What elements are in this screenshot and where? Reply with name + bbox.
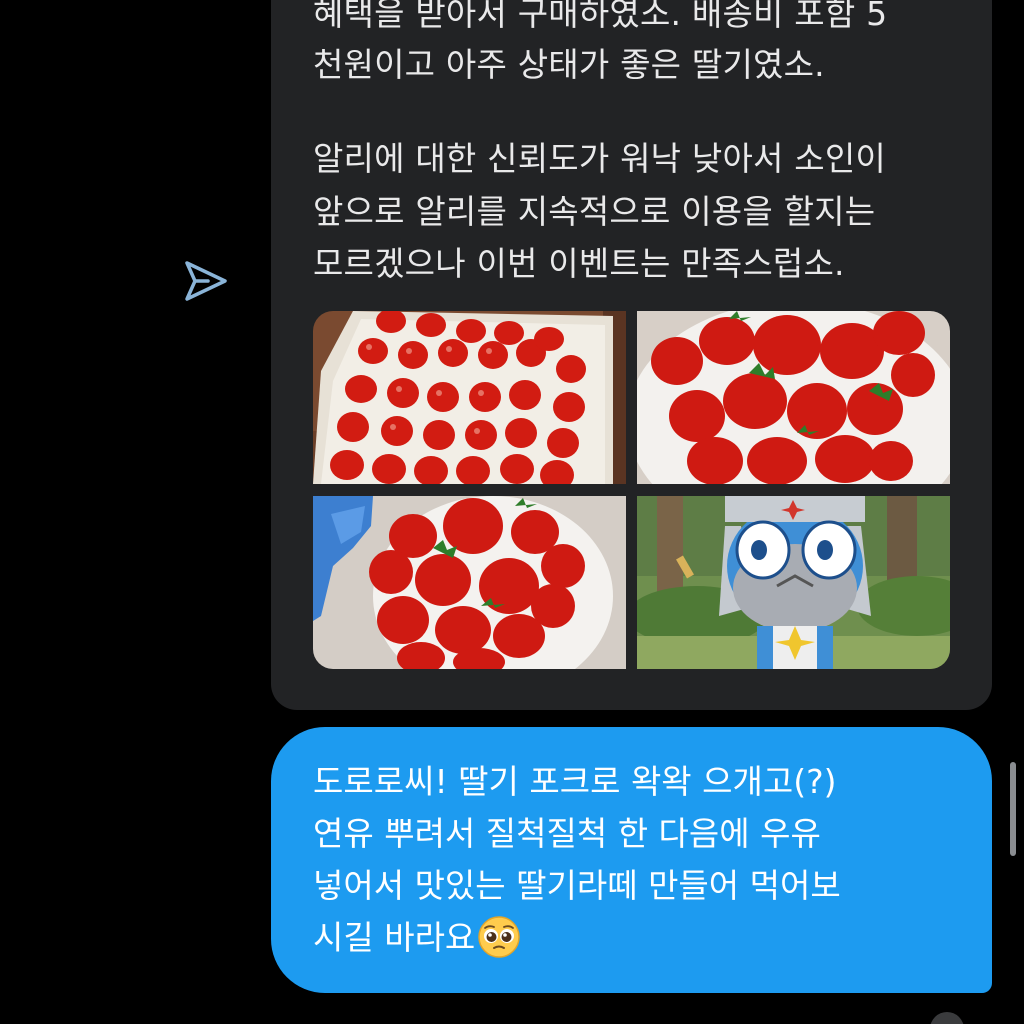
share-send-button[interactable]	[180, 258, 230, 304]
sent-message-line: 연유 뿌려서 질척질척 한 다음에 우유	[313, 814, 821, 853]
received-message-line: 알리에 대한 신뢰도가 워낙 낮아서 소인이	[313, 139, 886, 178]
photo-strawberry-plate[interactable]	[637, 311, 950, 484]
scrollbar-thumb[interactable]	[1010, 762, 1016, 856]
dm-conversation-screen: 혜택을 받아서 구매하였소. 배송비 포함 5 천원이고 아주 상태가 좋은 딸…	[0, 0, 1024, 1024]
received-message-line: 모르겠으나 이번 이벤트는 만족스럽소.	[313, 244, 845, 283]
sent-message-text: 도로로씨! 딸기 포크로 왁왁 으개고(?) 연유 뿌려서 질척질척 한 다음에…	[313, 756, 841, 964]
pleading-face-emoji	[478, 916, 521, 958]
received-message-line: 천원이고 아주 상태가 좋은 딸기였소.	[313, 45, 825, 84]
sent-message-last-line: 시길 바라요	[313, 912, 841, 964]
share-send-icon	[185, 261, 227, 301]
avatar[interactable]	[930, 1012, 964, 1024]
sent-message-line: 시길 바라요	[313, 918, 476, 957]
received-message-line: 혜택을 받아서 구매하였소. 배송비 포함 5	[313, 0, 888, 33]
photo-cartoon-character[interactable]	[637, 496, 950, 669]
sent-message-line: 도로로씨! 딸기 포크로 왁왁 으개고(?)	[313, 762, 837, 801]
received-message-line: 앞으로 알리를 지속적으로 이용을 할지는	[313, 192, 876, 231]
photo-strawberry-bowl[interactable]	[313, 496, 626, 669]
photo-strawberry-tray[interactable]	[313, 311, 626, 484]
attached-photo-grid	[313, 311, 950, 669]
sent-message-line: 넣어서 맛있는 딸기라떼 만들어 먹어보	[313, 866, 841, 905]
